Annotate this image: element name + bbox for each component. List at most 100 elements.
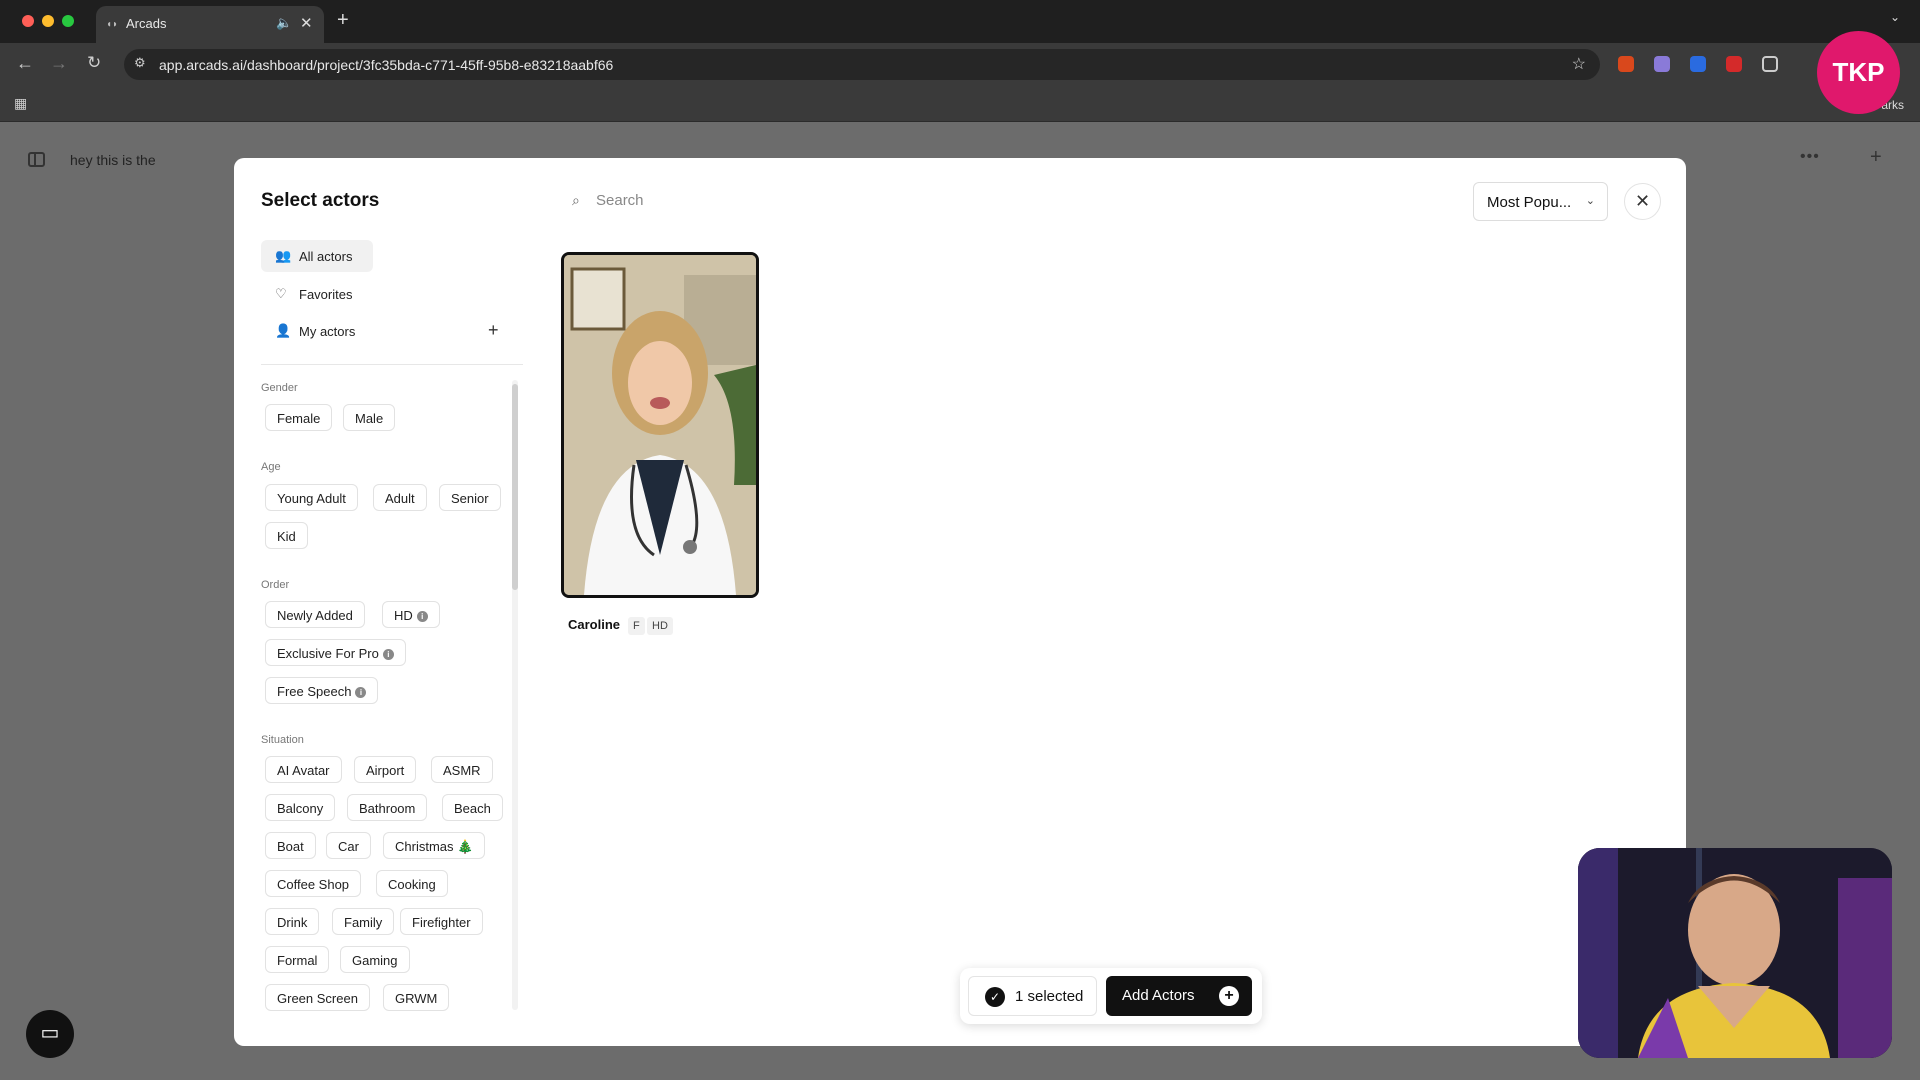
sort-value: Most Popu... xyxy=(1487,194,1572,211)
add-icon[interactable]: + xyxy=(1870,146,1882,169)
filter-chip-family[interactable]: Family xyxy=(332,908,395,935)
tab-title: Arcads xyxy=(126,16,167,31)
nav-label: My actors xyxy=(299,324,356,339)
filter-chip-bathroom[interactable]: Bathroom xyxy=(347,794,428,821)
filter-chip-balcony[interactable]: Balcony xyxy=(265,794,336,821)
bookmarks-bar: ▦ 🗀 arks xyxy=(0,86,1920,122)
filter-chip-grwm[interactable]: GRWM xyxy=(383,984,450,1011)
filter-chip-female[interactable]: Female xyxy=(265,404,333,431)
address-url: app.arcads.ai/dashboard/project/3fc35bda… xyxy=(159,57,614,73)
selection-bar: ✓ 1 selected Add Actors + xyxy=(960,968,1262,1024)
actor-thumbnail xyxy=(564,255,756,595)
filter-chip-boat[interactable]: Boat xyxy=(265,832,316,859)
filter-chip-car[interactable]: Car xyxy=(326,832,371,859)
selected-count: ✓ 1 selected xyxy=(968,976,1097,1016)
window-maximize-button[interactable] xyxy=(62,15,74,27)
heart-icon: ♡ xyxy=(275,286,287,301)
close-modal-button[interactable]: ✕ xyxy=(1624,183,1661,220)
extensions-puzzle-icon[interactable] xyxy=(1762,56,1778,72)
filter-chip-newly-added[interactable]: Newly Added xyxy=(265,601,365,628)
window-minimize-button[interactable] xyxy=(42,15,54,27)
bookmark-star-icon[interactable]: ☆ xyxy=(1572,54,1586,74)
nav-favorites[interactable]: ♡ Favorites xyxy=(261,278,373,310)
filter-section-label: Order xyxy=(261,579,290,591)
info-icon: i xyxy=(416,611,428,622)
browser-tab-bar: ◖◗ Arcads 🔈 ✕ + ⌄ xyxy=(0,0,1920,43)
nav-label: Favorites xyxy=(299,287,353,302)
info-icon: i xyxy=(355,687,367,698)
filter-chip-formal[interactable]: Formal xyxy=(265,946,330,973)
chip-label: Free Speech xyxy=(277,684,352,699)
chat-support-button[interactable]: ▭ xyxy=(26,1010,74,1058)
filter-chip-coffee-shop[interactable]: Coffee Shop xyxy=(265,870,362,897)
tab-close-icon[interactable]: ✕ xyxy=(300,14,313,32)
filter-chip-firefighter[interactable]: Firefighter xyxy=(400,908,483,935)
chip-label: HD xyxy=(394,608,413,623)
filter-chip-ai-avatar[interactable]: AI Avatar xyxy=(265,756,342,783)
address-bar[interactable]: ⚙ app.arcads.ai/dashboard/project/3fc35b… xyxy=(124,49,1600,80)
browser-nav-bar: ← → ↻ ⚙ app.arcads.ai/dashboard/project/… xyxy=(0,43,1920,86)
add-actors-button[interactable]: Add Actors + xyxy=(1106,976,1252,1016)
filter-chip-kid[interactable]: Kid xyxy=(265,522,308,549)
filter-chip-asmr[interactable]: ASMR xyxy=(431,756,493,783)
modal-title: Select actors xyxy=(261,190,380,211)
actor-tag-gender: F xyxy=(628,617,645,635)
extension-shield-icon[interactable] xyxy=(1690,56,1706,72)
filter-chip-senior[interactable]: Senior xyxy=(439,484,501,511)
channel-logo: TKP xyxy=(1817,31,1900,114)
tab-audio-icon[interactable]: 🔈 xyxy=(276,15,292,31)
chip-label: Exclusive For Pro xyxy=(277,646,379,661)
filter-chip-exclusive-for-pro[interactable]: Exclusive For Pro i xyxy=(265,639,406,666)
nav-label: All actors xyxy=(299,249,353,264)
search-input[interactable] xyxy=(596,188,1196,212)
window-close-button[interactable] xyxy=(22,15,34,27)
filter-chip-beach[interactable]: Beach xyxy=(442,794,503,821)
filter-section-label: Gender xyxy=(261,382,298,394)
nav-all-actors[interactable]: 👥 All actors xyxy=(261,240,373,272)
plus-circle-icon: + xyxy=(1219,986,1239,1006)
webcam-video xyxy=(1578,848,1892,1058)
sort-dropdown[interactable]: Most Popu... ⌄ xyxy=(1473,182,1608,221)
site-settings-icon[interactable]: ⚙ xyxy=(134,55,146,71)
filter-chip-cooking[interactable]: Cooking xyxy=(376,870,448,897)
filter-chip-free-speech[interactable]: Free Speech i xyxy=(265,677,379,704)
reload-icon[interactable]: ↻ xyxy=(87,53,101,73)
select-actors-modal: Select actors ⌕ Most Popu... ⌄ ✕ 👥 All a… xyxy=(234,158,1686,1046)
project-title: hey this is the xyxy=(70,152,156,168)
filter-chip-christmas[interactable]: Christmas 🎄 xyxy=(383,832,486,859)
sidebar-toggle-icon[interactable] xyxy=(28,152,45,167)
filter-section-label: Age xyxy=(261,461,281,473)
info-icon: i xyxy=(382,649,394,660)
tab-search-chevron-icon[interactable]: ⌄ xyxy=(1890,10,1900,24)
extension-fox-icon[interactable] xyxy=(1618,56,1634,72)
extension-dots-icon[interactable] xyxy=(1726,56,1742,72)
browser-tab[interactable]: ◖◗ Arcads 🔈 ✕ xyxy=(96,6,324,43)
back-arrow-icon[interactable]: ← xyxy=(16,53,34,74)
chevron-down-icon: ⌄ xyxy=(1585,195,1595,207)
filter-chip-green-screen[interactable]: Green Screen xyxy=(265,984,370,1011)
nav-my-actors[interactable]: 👤 My actors xyxy=(261,315,373,347)
actor-card-caroline[interactable] xyxy=(561,252,759,598)
filter-chip-hd[interactable]: HD i xyxy=(382,601,440,628)
more-options-icon[interactable]: ••• xyxy=(1800,148,1820,166)
filter-chip-young-adult[interactable]: Young Adult xyxy=(265,484,358,511)
filters-scrollbar-thumb[interactable] xyxy=(512,384,518,590)
filter-chip-drink[interactable]: Drink xyxy=(265,908,320,935)
webcam-overlay xyxy=(1578,848,1892,1058)
forward-arrow-icon[interactable]: → xyxy=(50,53,68,74)
filter-chip-gaming[interactable]: Gaming xyxy=(340,946,410,973)
apps-grid-icon[interactable]: ▦ xyxy=(14,95,27,112)
tab-favicon-icon: ◖◗ xyxy=(106,19,119,30)
check-icon: ✓ xyxy=(985,987,1005,1007)
filter-chip-adult[interactable]: Adult xyxy=(373,484,427,511)
search-icon: ⌕ xyxy=(572,192,580,208)
sidebar-divider xyxy=(261,364,523,365)
new-tab-button[interactable]: + xyxy=(337,9,349,32)
filter-chip-male[interactable]: Male xyxy=(343,404,396,431)
actor-name: Caroline xyxy=(568,617,621,632)
user-icon: 👤 xyxy=(275,323,292,338)
add-my-actor-button[interactable]: + xyxy=(488,320,499,341)
filter-chip-airport[interactable]: Airport xyxy=(354,756,417,783)
extension-cloud-icon[interactable] xyxy=(1654,56,1670,72)
filter-section-label: Situation xyxy=(261,734,304,746)
